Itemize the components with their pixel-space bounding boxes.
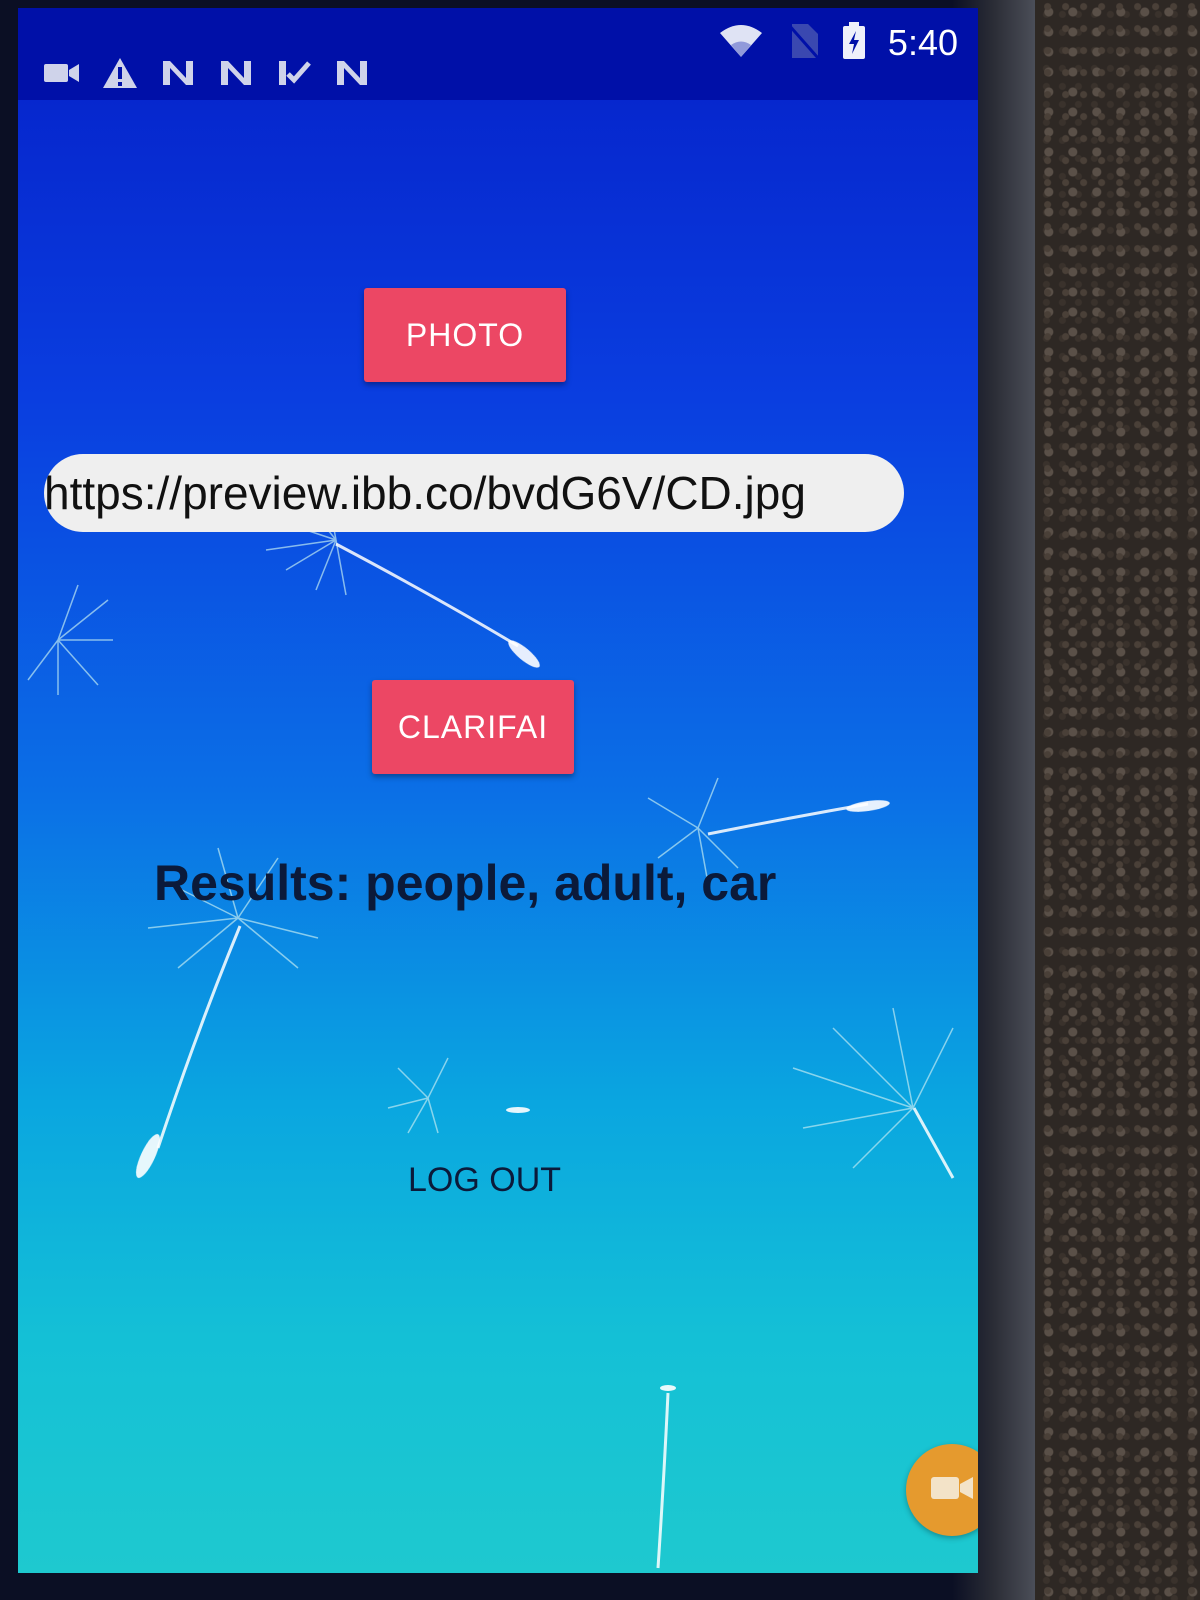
check-notification-icon	[274, 56, 314, 90]
battery-charging-icon	[842, 22, 866, 64]
notification-icons	[42, 56, 372, 90]
photo-button[interactable]: PHOTO	[364, 288, 566, 382]
results-text: Results: people, adult, car	[154, 855, 777, 911]
video-camera-icon	[929, 1473, 975, 1507]
no-sim-icon	[786, 22, 820, 64]
system-status: 5:40	[718, 22, 958, 64]
image-url-input[interactable]: https://preview.ibb.co/bvdG6V/CD.jpg	[44, 454, 904, 532]
n-notification-icon	[158, 56, 198, 90]
wallpaper-dandelions	[27, 484, 955, 1569]
n-notification-icon	[216, 56, 256, 90]
status-bar: 5:40	[18, 8, 978, 100]
status-clock: 5:40	[887, 22, 958, 63]
video-camera-icon	[42, 56, 82, 90]
clarifai-button[interactable]: CLARIFAI	[372, 680, 574, 774]
image-url-value: https://preview.ibb.co/bvdG6V/CD.jpg	[44, 467, 806, 519]
logout-button[interactable]: LOG OUT	[402, 1160, 567, 1201]
wifi-icon	[718, 23, 764, 63]
n-notification-icon	[332, 56, 372, 90]
floating-camera-button[interactable]	[906, 1444, 978, 1536]
phone-screen: 5:40 PHOTO https://preview.ibb.co/bvdG6V…	[18, 8, 978, 1573]
warning-icon	[100, 56, 140, 90]
